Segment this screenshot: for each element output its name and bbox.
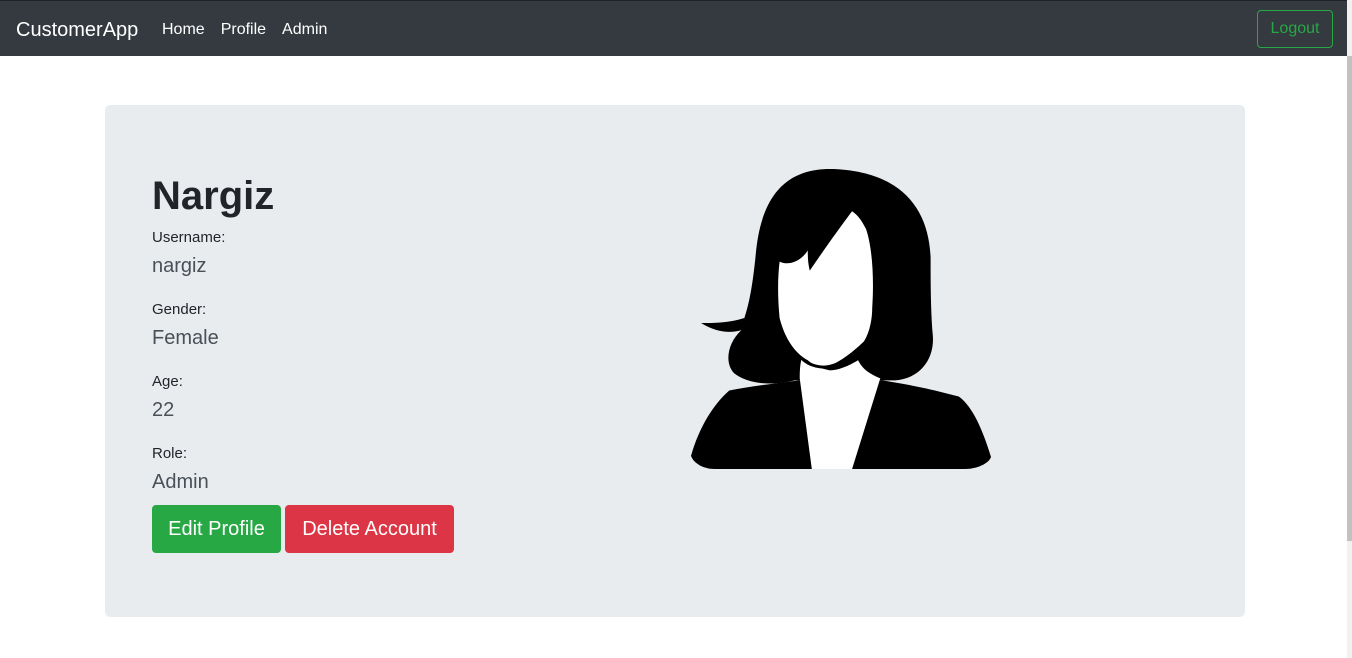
top-navbar: CustomerApp Home Profile Admin Logout [0,0,1347,56]
brand-link[interactable]: CustomerApp [16,17,138,43]
nav-links: Home Profile Admin [162,19,327,41]
female-avatar-icon [691,168,991,469]
age-label: Age: [152,373,183,390]
age-value: 22 [152,399,175,421]
delete-account-button[interactable]: Delete Account [285,505,454,553]
role-value: Admin [152,471,209,493]
nav-link-home[interactable]: Home [162,19,205,41]
profile-panel: Nargiz Username: nargiz Gender: Female A… [105,105,1245,617]
scrollbar-thumb[interactable] [1347,56,1352,541]
nav-link-profile[interactable]: Profile [221,19,266,41]
page-scrollbar[interactable] [1347,0,1352,658]
gender-label: Gender: [152,301,207,318]
username-value: nargiz [152,255,207,277]
profile-info: Nargiz Username: nargiz Gender: Female A… [152,172,274,496]
profile-actions: Edit Profile Delete Account [152,505,454,553]
role-label: Role: [152,445,188,462]
edit-profile-button[interactable]: Edit Profile [152,505,281,553]
gender-value: Female [152,327,219,349]
username-label: Username: [152,229,226,246]
profile-name: Nargiz [152,174,275,218]
logout-button[interactable]: Logout [1257,10,1333,48]
nav-link-admin[interactable]: Admin [282,19,327,41]
